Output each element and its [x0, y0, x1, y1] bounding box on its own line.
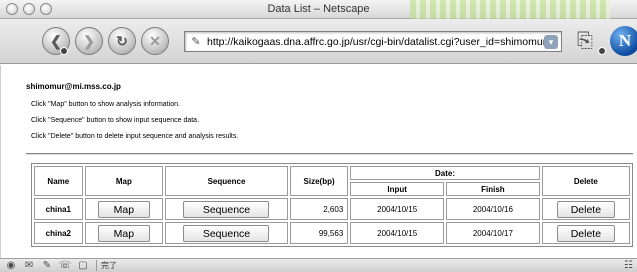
header-date: Date: — [350, 166, 540, 180]
page-content: shimomur@mi.mss.co.jp Click "Map" button… — [0, 65, 637, 258]
row-name: china1 — [34, 198, 83, 220]
table-row: china2 Map Sequence 99,563 2004/10/15 20… — [34, 222, 630, 244]
mail-icon[interactable]: ✉ — [22, 260, 36, 272]
delete-button[interactable]: Delete — [556, 200, 615, 218]
header-delete: Delete — [541, 166, 630, 196]
delete-cell: Delete — [541, 198, 630, 220]
back-history-dropdown[interactable] — [60, 47, 68, 55]
chat-icon[interactable]: ▢ — [76, 260, 90, 272]
header-input: Input — [350, 182, 445, 196]
map-cell: Map — [84, 198, 164, 220]
status-text: 完了 — [96, 260, 117, 271]
print-icon[interactable]: ⎘ — [572, 29, 598, 53]
forward-button[interactable]: ❯ — [75, 27, 103, 55]
row-input-date: 2004/10/15 — [350, 222, 445, 244]
delete-button[interactable]: Delete — [556, 224, 615, 242]
address-bar[interactable]: ✎ http://kaikogaas.dna.affrc.go.jp/usr/c… — [184, 31, 562, 52]
map-cell: Map — [84, 222, 164, 244]
forward-arrow-icon: ❯ — [83, 32, 95, 49]
composer-icon[interactable]: ✎ — [40, 260, 54, 272]
browser-window: Data List – Netscape ❮ ❯ ↻ ✕ ✎ http://ka… — [0, 0, 637, 272]
header-sequence: Sequence — [165, 166, 288, 196]
page-proxy-icon: ✎ — [191, 35, 201, 48]
row-size: 99,563 — [289, 222, 349, 244]
print-dropdown[interactable] — [598, 47, 606, 55]
row-size: 2,603 — [289, 198, 349, 220]
data-list-table: Name Map Sequence Size(bp) Date: Delete … — [31, 163, 633, 247]
window-title: Data List – Netscape — [267, 3, 370, 15]
title-bar: Data List – Netscape — [0, 0, 637, 19]
back-arrow-icon: ❮ — [50, 32, 62, 49]
instruction-delete: Click "Delete" button to delete input se… — [31, 133, 239, 140]
table-header-row: Name Map Sequence Size(bp) Date: Delete — [34, 166, 630, 196]
header-finish: Finish — [446, 182, 540, 196]
reload-icon: ↻ — [116, 32, 128, 49]
sequence-cell: Sequence — [165, 198, 288, 220]
header-name: Name — [34, 166, 83, 196]
connection-status-icon: ☷ — [624, 260, 633, 271]
navigation-toolbar: ❮ ❯ ↻ ✕ ✎ http://kaikogaas.dna.affrc.go.… — [0, 19, 637, 83]
url-dropdown-icon[interactable]: ▾ — [544, 34, 558, 49]
sequence-button[interactable]: Sequence — [183, 224, 270, 242]
sequence-button[interactable]: Sequence — [183, 200, 270, 218]
row-input-date: 2004/10/15 — [350, 198, 445, 220]
map-button[interactable]: Map — [97, 200, 150, 218]
navigator-icon[interactable]: ◉ — [4, 260, 18, 272]
url-field[interactable]: http://kaikogaas.dna.affrc.go.jp/usr/cgi… — [207, 36, 544, 48]
header-map: Map — [84, 166, 164, 196]
sequence-cell: Sequence — [165, 222, 288, 244]
reload-button[interactable]: ↻ — [108, 27, 136, 55]
row-finish-date: 2004/10/17 — [446, 222, 540, 244]
delete-cell: Delete — [541, 222, 630, 244]
address-book-icon[interactable]: ☏ — [58, 260, 72, 272]
row-finish-date: 2004/10/16 — [446, 198, 540, 220]
table-row: china1 Map Sequence 2,603 2004/10/15 200… — [34, 198, 630, 220]
map-button[interactable]: Map — [97, 224, 150, 242]
instruction-map: Click "Map" button to show analysis info… — [31, 101, 180, 108]
instruction-sequence: Click "Sequence" button to show input se… — [31, 117, 200, 124]
horizontal-rule — [26, 153, 633, 155]
status-bar: ◉ ✉ ✎ ☏ ▢ 完了 ☷ — [0, 258, 637, 272]
stop-button[interactable]: ✕ — [141, 27, 169, 55]
header-size: Size(bp) — [289, 166, 349, 196]
user-email: shimomur@mi.mss.co.jp — [26, 82, 121, 91]
stop-icon: ✕ — [149, 32, 161, 49]
netscape-logo-icon[interactable]: N — [610, 26, 637, 56]
row-name: china2 — [34, 222, 83, 244]
